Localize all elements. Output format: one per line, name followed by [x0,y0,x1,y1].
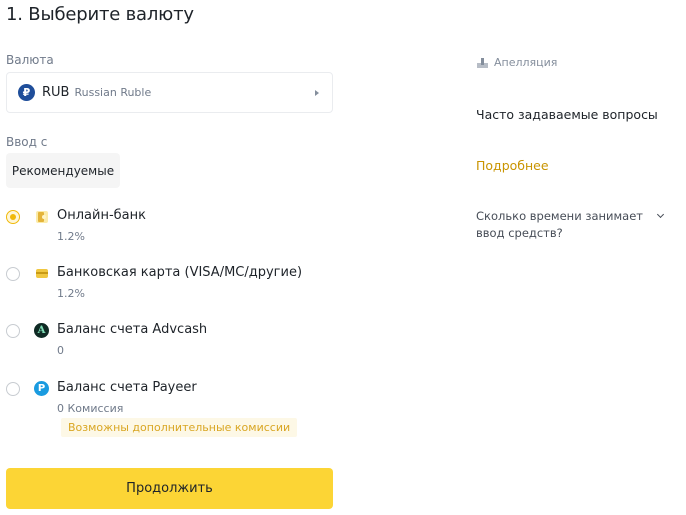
appeal-link[interactable]: Апелляция [477,56,557,69]
faq-question: Сколько времени занимает ввод средств? [476,209,643,240]
caret-right-icon [315,90,319,96]
option-fee: 0 [57,344,64,357]
currency-label: Валюта [6,53,54,67]
more-link[interactable]: Подробнее [476,158,549,173]
additional-fees-notice: Возможны дополнительные комиссии [61,418,298,437]
bank-card-icon [35,269,48,278]
online-bank-icon [35,210,48,223]
option-title: Баланс счета Payeer [57,380,197,395]
payeer-icon: P [34,381,49,396]
option-fee: 1.2% [57,287,85,300]
continue-button[interactable]: Продолжить [6,468,333,509]
appeal-label: Апелляция [494,56,558,69]
option-fee: 0 Комиссия [57,402,124,415]
deposit-source-label: Ввод с [6,135,48,149]
currency-code: RUB [42,85,70,100]
radio-selected[interactable] [6,210,20,224]
chevron-down-icon[interactable] [656,210,665,219]
download-tray-icon [477,57,488,68]
radio-unselected[interactable] [6,324,20,338]
currency-name: Russian Ruble [74,86,152,99]
radio-unselected[interactable] [6,267,20,281]
option-title: Баланс счета Advcash [57,322,208,337]
advcash-icon: A [34,323,49,338]
radio-unselected[interactable] [6,382,20,396]
tab-recommended[interactable]: Рекомендуемые [6,153,120,188]
option-title: Онлайн-банк [57,208,146,223]
faq-heading: Часто задаваемые вопросы [476,107,658,122]
option-fee: 1.2% [57,230,85,243]
page-title: 1. Выберите валюту [6,4,194,25]
option-title: Банковская карта (VISA/MC/другие) [57,265,303,280]
faq-item[interactable]: Сколько времени занимает ввод средств? [476,208,671,242]
ruble-icon: ₽ [18,84,35,101]
currency-select[interactable]: ₽ RUB Russian Ruble [6,72,333,113]
